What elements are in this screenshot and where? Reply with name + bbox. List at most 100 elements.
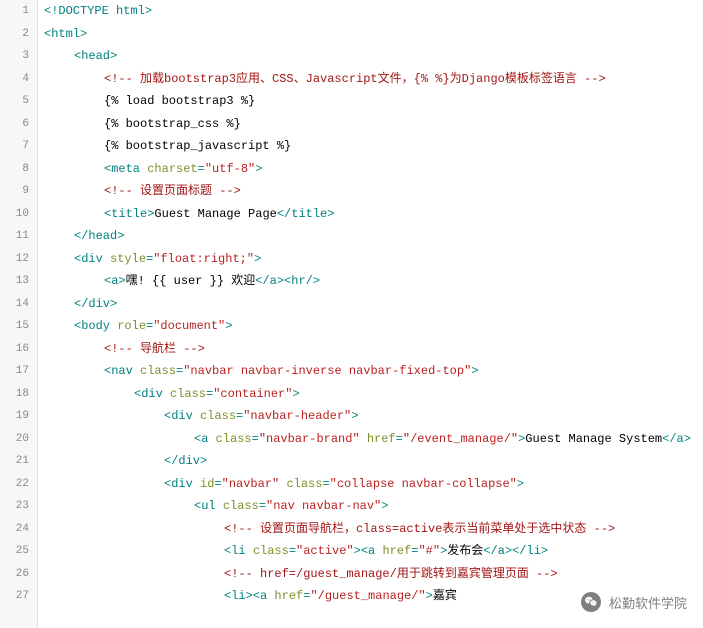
token-tag: <meta — [104, 162, 147, 176]
token-tag: <a> — [104, 274, 126, 288]
line-number: 4 — [0, 68, 37, 91]
code-content: <!DOCTYPE html> <html> <head> <!-- 加载bootst… — [38, 0, 703, 628]
token-attr-v: "float:right;" — [153, 252, 254, 266]
token-tag: <ul — [194, 499, 223, 513]
token-tag: > — [292, 387, 299, 401]
token-attr-n: class — [223, 499, 259, 513]
token-attr-n: class — [170, 387, 206, 401]
code-line: <a class="navbar-brand" href="/event_man… — [44, 428, 703, 451]
code-line: <!-- 加载bootstrap3应用、CSS、Javascript文件，{% … — [44, 68, 703, 91]
token-tag: = — [322, 477, 329, 491]
line-number: 5 — [0, 90, 37, 113]
line-number: 22 — [0, 473, 37, 496]
code-line: <ul class="nav navbar-nav"> — [44, 495, 703, 518]
token-attr-n: class — [200, 409, 236, 423]
token-tag: <div — [134, 387, 170, 401]
token-tag: <li — [224, 544, 253, 558]
token-attr-n: class — [216, 432, 252, 446]
token-tag: </div> — [164, 454, 207, 468]
token-tag: > — [426, 589, 433, 603]
line-number: 18 — [0, 383, 37, 406]
token-cmt: <!-- href=/guest_manage/用于跳转到嘉宾管理页面 --> — [224, 567, 558, 581]
token-txt: Guest Manage System — [525, 432, 662, 446]
token-tag: <a — [194, 432, 216, 446]
token-tag: > — [225, 319, 232, 333]
token-tag: </title> — [277, 207, 335, 221]
token-attr-v: "container" — [213, 387, 292, 401]
token-attr-n: role — [117, 319, 146, 333]
token-attr-v: "nav navbar-nav" — [266, 499, 381, 513]
token-tag: = — [289, 544, 296, 558]
code-line: <!-- 设置页面标题 --> — [44, 180, 703, 203]
token-tag: > — [517, 477, 524, 491]
line-number: 10 — [0, 203, 37, 226]
token-tag: ><a — [354, 544, 383, 558]
token-cmt: <!-- 设置页面标题 --> — [104, 184, 241, 198]
watermark-text: 松勤软件学院 — [609, 593, 687, 612]
line-number: 15 — [0, 315, 37, 338]
line-number: 21 — [0, 450, 37, 473]
code-line: <nav class="navbar navbar-inverse navbar… — [44, 360, 703, 383]
token-tpl: {% bootstrap_css %} — [104, 117, 241, 131]
token-tag: <li><a — [224, 589, 274, 603]
token-tag — [360, 432, 367, 446]
token-attr-n: href — [382, 544, 411, 558]
token-tag: = — [259, 499, 266, 513]
line-number: 2 — [0, 23, 37, 46]
line-number: 16 — [0, 338, 37, 361]
token-attr-v: "navbar-brand" — [259, 432, 360, 446]
code-line: <div class="navbar-header"> — [44, 405, 703, 428]
token-tag: <!DOCTYPE html> — [44, 4, 152, 18]
code-line: <!-- 设置页面导航栏，class=active表示当前菜单处于选中状态 --… — [44, 518, 703, 541]
token-tag: <html> — [44, 27, 87, 41]
token-tag: <head> — [74, 49, 117, 63]
token-attr-v: "collapse navbar-collapse" — [330, 477, 517, 491]
line-number-gutter: 1234567891011121314151617181920212223242… — [0, 0, 38, 628]
token-tpl: {% load bootstrap3 %} — [104, 94, 255, 108]
line-number: 1 — [0, 0, 37, 23]
code-line: <title>Guest Manage Page</title> — [44, 203, 703, 226]
token-attr-v: "document" — [153, 319, 225, 333]
line-number: 24 — [0, 518, 37, 541]
token-tag: </a><hr/> — [255, 274, 320, 288]
line-number: 26 — [0, 563, 37, 586]
token-tag: > — [351, 409, 358, 423]
token-tag: <nav — [104, 364, 140, 378]
line-number: 23 — [0, 495, 37, 518]
token-attr-n: class — [140, 364, 176, 378]
token-tag: = — [198, 162, 205, 176]
token-attr-n: id — [200, 477, 214, 491]
token-tag: <div — [164, 409, 200, 423]
code-line: <!DOCTYPE html> — [44, 0, 703, 23]
token-attr-n: charset — [147, 162, 197, 176]
token-tag: </a> — [662, 432, 691, 446]
token-cmt: <!-- 设置页面导航栏，class=active表示当前菜单处于选中状态 --… — [224, 522, 615, 536]
token-tag: <body — [74, 319, 117, 333]
token-attr-v: "active" — [296, 544, 354, 558]
token-tag: <div — [164, 477, 200, 491]
token-attr-v: "navbar navbar-inverse navbar-fixed-top" — [183, 364, 471, 378]
token-tag: <div — [74, 252, 110, 266]
token-tag: = — [396, 432, 403, 446]
token-attr-v: "/guest_manage/" — [310, 589, 425, 603]
token-attr-v: "navbar" — [222, 477, 280, 491]
token-attr-v: "navbar-header" — [243, 409, 351, 423]
line-number: 3 — [0, 45, 37, 68]
code-line: </div> — [44, 450, 703, 473]
token-tag: <title> — [104, 207, 154, 221]
token-attr-n: href — [274, 589, 303, 603]
token-txt: 发布会 — [447, 544, 483, 558]
line-number: 25 — [0, 540, 37, 563]
code-line: <html> — [44, 23, 703, 46]
code-line: <head> — [44, 45, 703, 68]
line-number: 19 — [0, 405, 37, 428]
line-number: 8 — [0, 158, 37, 181]
line-number: 12 — [0, 248, 37, 271]
token-tag: </head> — [74, 229, 124, 243]
token-attr-v: "/event_manage/" — [403, 432, 518, 446]
token-tag: = — [214, 477, 221, 491]
code-line: </div> — [44, 293, 703, 316]
code-line: <meta charset="utf-8"> — [44, 158, 703, 181]
line-number: 9 — [0, 180, 37, 203]
line-number: 6 — [0, 113, 37, 136]
